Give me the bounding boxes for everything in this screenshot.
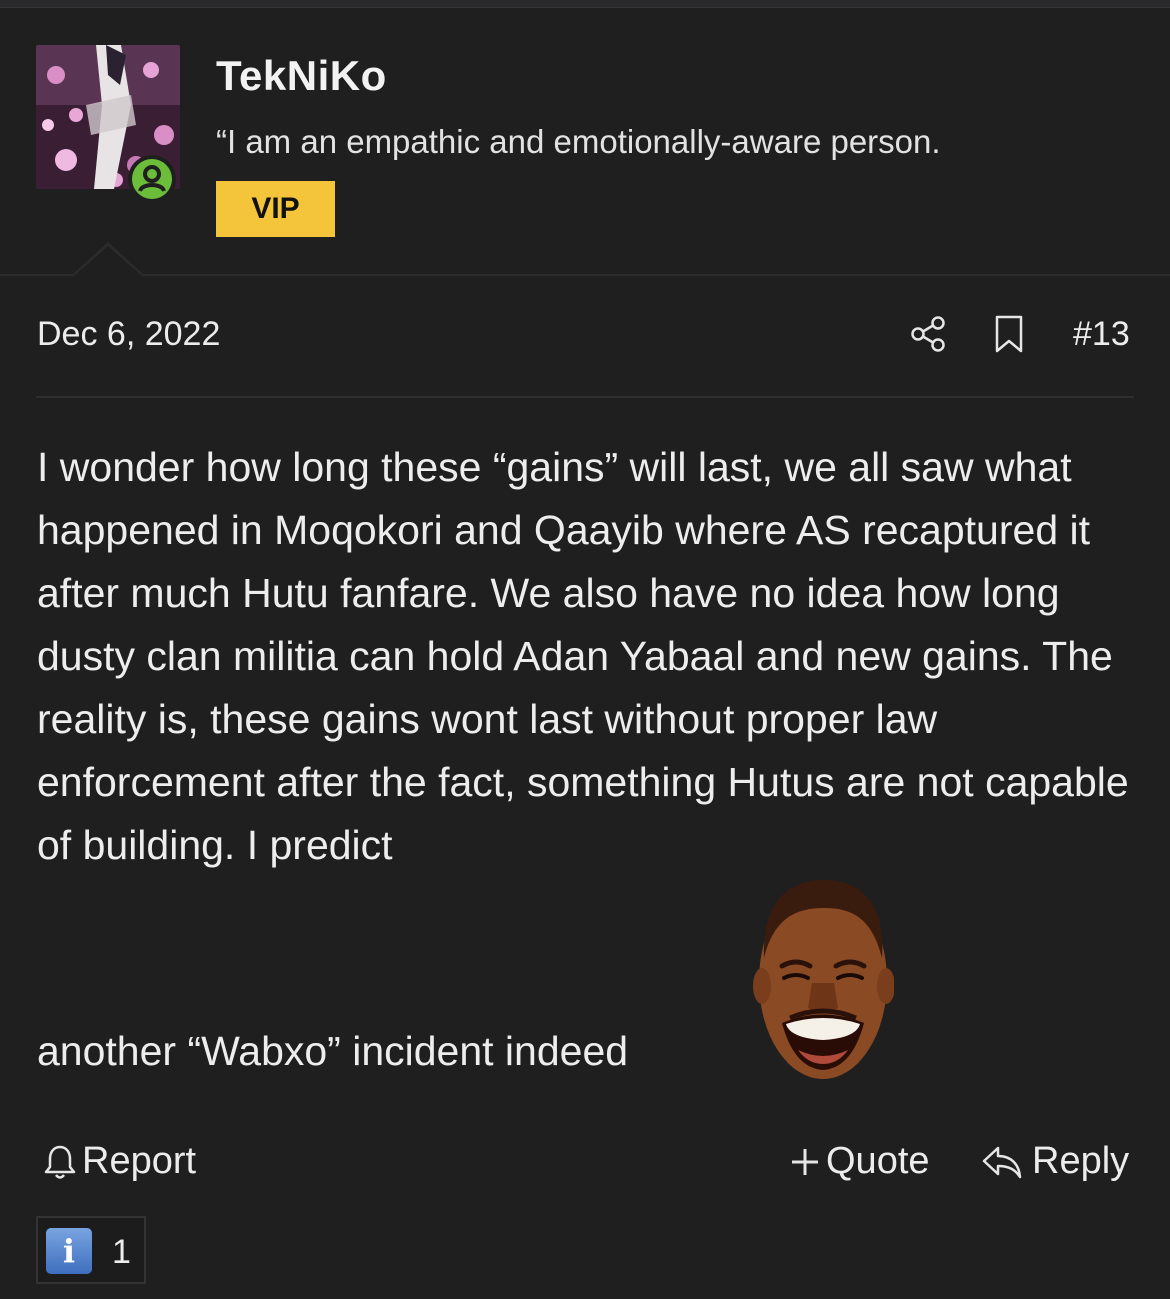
divider	[36, 396, 1134, 398]
bell-icon	[44, 1145, 76, 1179]
username[interactable]: TekNiKo	[216, 52, 387, 100]
reply-button[interactable]: Reply	[980, 1140, 1129, 1183]
post-date[interactable]: Dec 6, 2022	[37, 315, 220, 354]
bookmark-icon[interactable]	[991, 314, 1027, 359]
user-title: “I am an empathic and emotionally-aware …	[216, 123, 941, 160]
vip-badge: VIP	[216, 181, 335, 237]
plus-icon	[792, 1148, 818, 1175]
post-body-last-line: another “Wabxo” incident indeed	[37, 1028, 629, 1074]
post-number-link[interactable]: #13	[1073, 315, 1130, 354]
top-border	[0, 0, 1170, 8]
report-label: Report	[82, 1140, 197, 1182]
report-button[interactable]: Report	[42, 1140, 196, 1183]
information-icon: i	[46, 1228, 92, 1274]
online-status-indicator	[128, 155, 176, 203]
share-icon[interactable]	[909, 314, 949, 359]
quote-button[interactable]: Quote	[788, 1140, 930, 1183]
post-body-text: I wonder how long these “gains” will las…	[37, 444, 1129, 868]
laughing-face-emoji-icon	[752, 878, 895, 1089]
reply-arrow-icon	[982, 1146, 1022, 1178]
header-pointer-inner	[74, 246, 142, 276]
reply-label: Reply	[1032, 1140, 1130, 1182]
quote-label: Quote	[826, 1140, 930, 1182]
reaction-summary[interactable]: i 1	[36, 1216, 146, 1284]
reaction-count: 1	[112, 1233, 131, 1271]
user-icon	[138, 165, 166, 192]
